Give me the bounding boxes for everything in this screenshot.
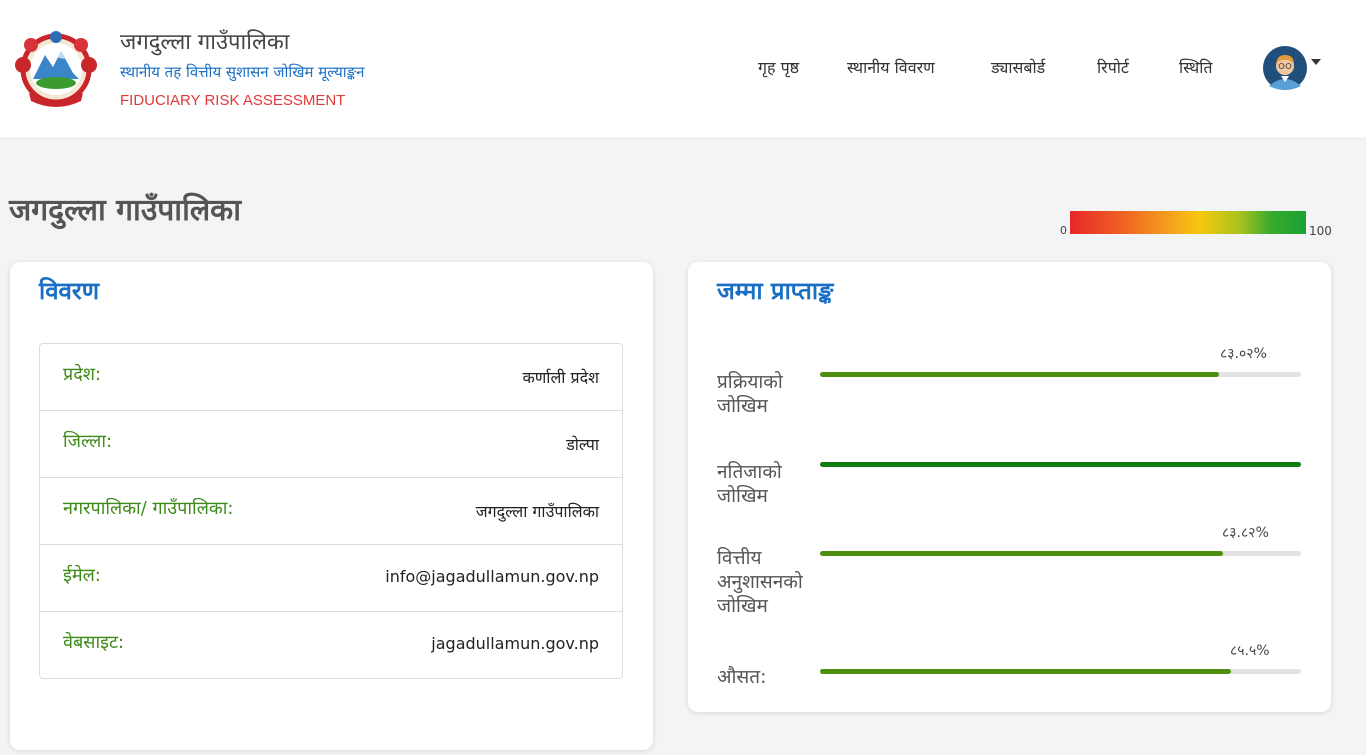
label-line: अनुशासनको — [717, 571, 803, 593]
district-value: डोल्पा — [566, 435, 599, 454]
average-percent: ८५.५% — [1230, 643, 1270, 659]
label-line: प्रक्रियाको — [717, 371, 783, 393]
district-label: जिल्ला: — [63, 431, 113, 452]
nav-local-details[interactable]: स्थानीय विवरण — [847, 56, 935, 78]
process-risk-percent: ८३.०२% — [1220, 346, 1267, 362]
nav-home[interactable]: गृह पृष्ठ — [758, 56, 799, 78]
result-risk-track — [820, 462, 1301, 467]
nav-dashboard[interactable]: ड्यासबोर्ड — [991, 56, 1045, 78]
province-value: कर्णाली प्रदेश — [522, 368, 599, 387]
nav-report[interactable]: रिपोर्ट — [1097, 56, 1129, 78]
table-row: वेबसाइट: jagadullamun.gov.np — [40, 612, 622, 678]
label-line: जोखिम — [717, 595, 768, 617]
brand-subtitle-english: FIDUCIARY RISK ASSESSMENT — [120, 92, 346, 109]
fiscal-discipline-risk-fill — [820, 551, 1224, 556]
label-line: वित्तीय — [717, 547, 762, 569]
table-row: ईमेल: info@jagadullamun.gov.np — [40, 545, 622, 612]
score-card: जम्मा प्राप्ताङ्क ८३.०२% प्रक्रियाको जोख… — [688, 262, 1331, 712]
website-label: वेबसाइट: — [63, 632, 125, 653]
table-row: जिल्ला: डोल्पा — [40, 411, 622, 478]
average-track — [820, 669, 1301, 674]
label-line: जोखिम — [717, 395, 768, 417]
site-header: जगदुल्ला गाउँपालिका स्थानीय तह वित्तीय स… — [0, 0, 1366, 139]
table-row: प्रदेश: कर्णाली प्रदेश — [40, 344, 622, 411]
legend-min-label: 0 — [1060, 224, 1067, 237]
municipality-value: जगदुल्ला गाउँपालिका — [475, 502, 599, 521]
brand-subtitle: स्थानीय तह वित्तीय सुशासन जोखिम मूल्याङ्… — [120, 63, 365, 81]
brand-title: जगदुल्ला गाउँपालिका — [120, 30, 290, 55]
risk-color-scale — [1070, 211, 1306, 234]
province-label: प्रदेश: — [63, 364, 102, 385]
process-risk-label: प्रक्रियाको जोखिम — [717, 370, 783, 418]
details-card: विवरण प्रदेश: कर्णाली प्रदेश जिल्ला: डोल… — [10, 262, 653, 750]
average-label: औसत: — [717, 665, 767, 689]
label-line: नतिजाको — [717, 461, 782, 483]
score-card-title: जम्मा प्राप्ताङ्क — [717, 277, 834, 305]
fiscal-discipline-risk-track — [820, 551, 1301, 556]
label-line: औसत: — [717, 666, 767, 688]
process-risk-track — [820, 372, 1301, 377]
result-risk-label: नतिजाको जोखिम — [717, 460, 782, 508]
website-value[interactable]: jagadullamun.gov.np — [431, 634, 599, 653]
fiscal-discipline-risk-percent: ८३.८२% — [1222, 525, 1269, 541]
nav-status[interactable]: स्थिति — [1179, 56, 1213, 78]
email-label: ईमेल: — [63, 565, 101, 586]
user-avatar-icon[interactable] — [1263, 46, 1307, 90]
result-risk-fill — [820, 462, 1301, 467]
label-line: जोखिम — [717, 485, 768, 507]
email-value[interactable]: info@jagadullamun.gov.np — [385, 567, 599, 586]
details-table: प्रदेश: कर्णाली प्रदेश जिल्ला: डोल्पा नग… — [39, 343, 623, 679]
nepal-emblem-icon[interactable] — [11, 27, 101, 107]
average-fill — [820, 669, 1232, 674]
legend-max-label: 100 — [1309, 224, 1332, 238]
caret-down-icon[interactable] — [1311, 59, 1321, 65]
details-card-title: विवरण — [39, 277, 100, 305]
page-title: जगदुल्ला गाउँपालिका — [9, 193, 241, 228]
fiscal-discipline-risk-label: वित्तीय अनुशासनको जोखिम — [717, 546, 803, 618]
table-row: नगरपालिका/ गाउँपालिका: जगदुल्ला गाउँपालि… — [40, 478, 622, 545]
municipality-label: नगरपालिका/ गाउँपालिका: — [63, 498, 234, 519]
process-risk-fill — [820, 372, 1220, 377]
